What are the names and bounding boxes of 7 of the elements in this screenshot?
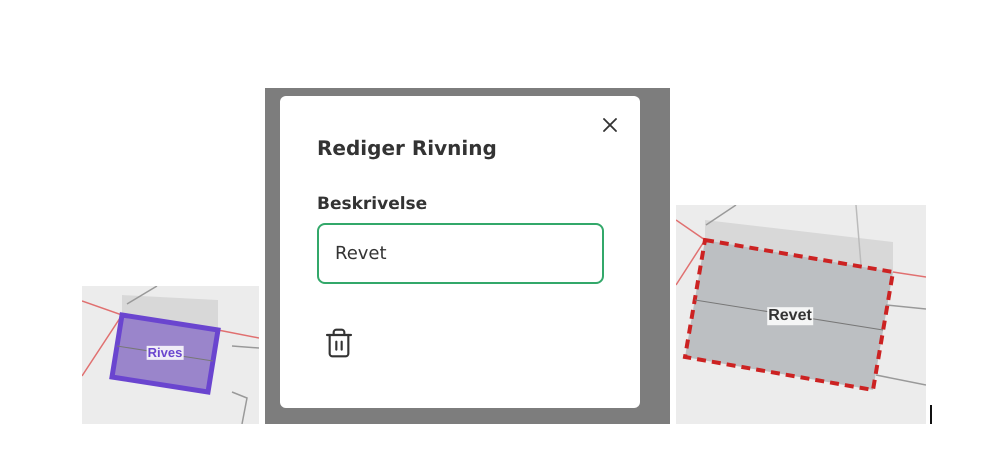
map-label: Revet <box>767 307 813 325</box>
field-label: Beskrivelse <box>317 193 428 216</box>
description-field[interactable]: Revet <box>317 223 604 284</box>
dialog-title: Rediger Rivning <box>317 135 498 162</box>
text-cursor <box>930 405 932 424</box>
map-label: Rives <box>146 346 184 360</box>
trash-icon <box>323 326 355 360</box>
